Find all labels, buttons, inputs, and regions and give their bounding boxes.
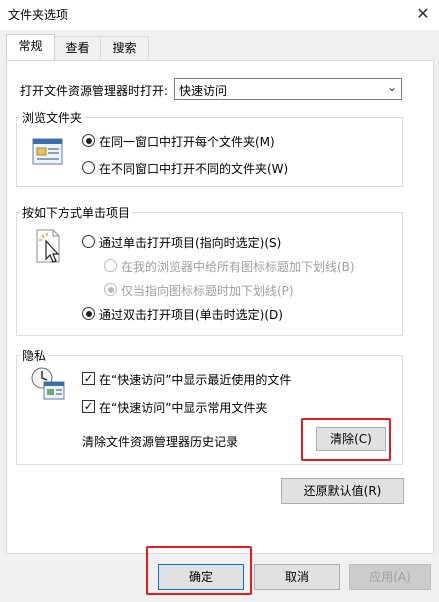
tab-general[interactable]: 常规 <box>6 34 55 60</box>
open-explorer-label: 打开文件资源管理器时打开: <box>20 84 169 98</box>
checkbox-show-frequent[interactable]: ✓ <box>82 400 95 413</box>
close-icon[interactable]: ✕ <box>411 2 435 26</box>
privacy-clock-icon <box>31 367 65 400</box>
clear-highlight-box <box>301 418 391 461</box>
restore-defaults-button[interactable]: 还原默认值(R) <box>281 478 404 504</box>
show-frequent-label: 在“快速访问”中显示常用文件夹 <box>99 401 268 415</box>
radio-double-click[interactable] <box>82 307 95 320</box>
cursor-click-icon <box>36 229 60 263</box>
single-click-label: 通过单击打开项目(指向时选定)(S) <box>99 236 282 250</box>
underline-hover-label: 仅当指向图标标题时加下划线(P) <box>121 284 294 298</box>
double-click-label: 通过双击打开项目(单击时选定)(D) <box>99 308 283 322</box>
ok-highlight-box <box>146 546 252 595</box>
checkbox-show-recent[interactable]: ✓ <box>82 372 95 385</box>
same-window-label: 在同一窗口中打开每个文件夹(M) <box>99 135 275 149</box>
open-explorer-select[interactable]: 快速访问 ⌄ <box>174 78 402 100</box>
apply-button[interactable]: 应用(A) <box>349 564 431 590</box>
radio-single-click[interactable] <box>82 235 95 248</box>
radio-underline-hover[interactable] <box>104 283 117 296</box>
new-window-label: 在不同窗口中打开不同的文件夹(W) <box>99 162 289 176</box>
clear-history-label: 清除文件资源管理器历史记录 <box>82 435 239 449</box>
window-title: 文件夹选项 <box>8 8 69 22</box>
underline-all-label: 在我的浏览器中给所有图标标题加下划线(B) <box>121 260 355 274</box>
tab-view[interactable]: 查看 <box>53 36 102 59</box>
tab-search[interactable]: 搜索 <box>100 36 149 59</box>
radio-same-window[interactable] <box>82 134 95 147</box>
open-explorer-value: 快速访问 <box>179 84 228 98</box>
folder-window-icon <box>32 138 63 165</box>
privacy-title: 隐私 <box>20 347 49 364</box>
radio-underline-all[interactable] <box>104 259 117 272</box>
browse-folders-title: 浏览文件夹 <box>20 109 85 126</box>
radio-new-window[interactable] <box>82 161 95 174</box>
click-items-title: 按如下方式单击项目 <box>20 204 133 221</box>
show-recent-label: 在“快速访问”中显示最近使用的文件 <box>99 373 292 387</box>
chevron-down-icon: ⌄ <box>386 80 397 94</box>
cancel-button[interactable]: 取消 <box>254 564 340 590</box>
